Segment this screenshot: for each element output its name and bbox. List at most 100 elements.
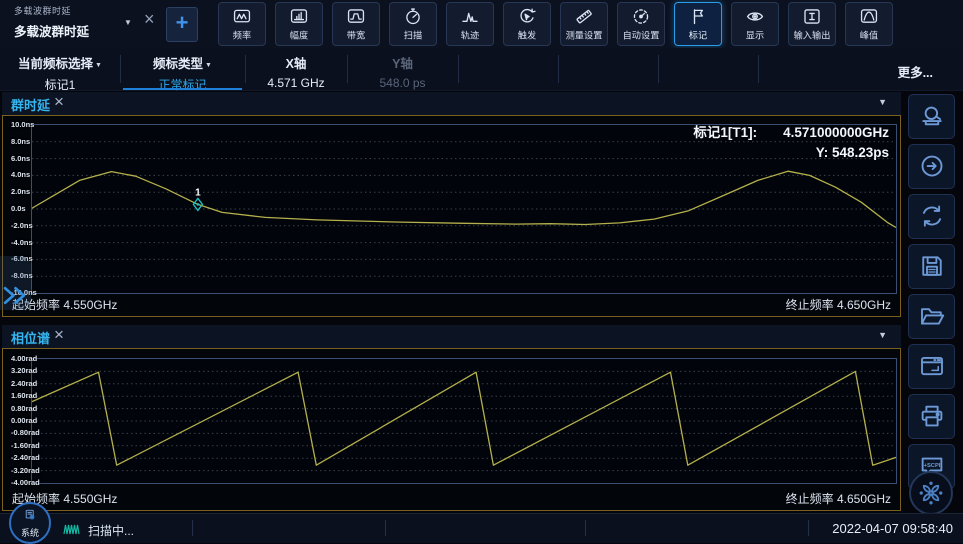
- settings-separator: [758, 55, 759, 83]
- tab-mode-label: 多载波群时延: [14, 4, 122, 17]
- y-axis-tick-label: -2.0ns: [11, 221, 33, 230]
- status-separator: [192, 520, 193, 536]
- panel-header: 相位谱 × ▼: [2, 325, 901, 348]
- slide-out-handle[interactable]: [0, 256, 31, 310]
- input-output-icon: [801, 6, 823, 27]
- measurement-tab[interactable]: 多载波群时延 多载波群时延: [14, 4, 122, 40]
- dropdown-icon: ▼: [95, 62, 102, 69]
- measure-setup-icon: [573, 6, 595, 27]
- setting-x-axis[interactable]: X轴 4.571 GHz: [245, 48, 347, 90]
- print-button[interactable]: [908, 394, 955, 439]
- y-axis-tick-label: -4.0ns: [11, 238, 33, 247]
- marker-readout-frequency: 4.571000000GHz: [783, 125, 889, 140]
- toolbar-button-label: 显示: [734, 28, 776, 42]
- dropdown-icon: ▼: [205, 62, 212, 69]
- toolbar-button-label: 测量设置: [563, 28, 605, 42]
- toolbar-button-bandwidth[interactable]: 带宽: [332, 2, 380, 46]
- open-button[interactable]: [908, 294, 955, 339]
- y-axis-tick-label: 0.80rad: [11, 404, 37, 413]
- phase-spectrum-panel: 相位谱 × ▼ 起始频率 4.550GHz 终止频率 4.650GHz 4.00…: [2, 325, 901, 511]
- tab-dropdown-icon[interactable]: ▼: [124, 18, 132, 27]
- setting-value: 4.571 GHz: [245, 76, 347, 90]
- setting-current-marker-select[interactable]: 当前频标选择▼ 标记1: [0, 48, 120, 90]
- collapse-icon[interactable]: ▼: [878, 330, 887, 340]
- continue-icon: [909, 151, 954, 181]
- y-axis-tick-label: 10.0ns: [11, 120, 34, 129]
- y-axis-tick-label: 4.0ns: [11, 170, 30, 179]
- tab-close-icon[interactable]: ×: [144, 9, 155, 30]
- preset-icon: [909, 101, 954, 131]
- preset-button[interactable]: [908, 94, 955, 139]
- panel-title: 相位谱: [11, 328, 50, 347]
- continue-button[interactable]: [908, 144, 955, 189]
- close-icon[interactable]: ×: [54, 325, 64, 345]
- setting-label: Y轴: [347, 53, 458, 72]
- toolbar-button-peak[interactable]: 峰值: [845, 2, 893, 46]
- toolbar-button-label: 峰值: [848, 28, 890, 42]
- toolbar-button-sweep[interactable]: 扫描: [389, 2, 437, 46]
- toolbar-button-measure-setup[interactable]: 测量设置: [560, 2, 608, 46]
- system-icon: [23, 509, 37, 526]
- top-toolbar: 多载波群时延 多载波群时延 ▼ × + 频率 幅度 带宽 扫描 轨迹 触发 测量…: [0, 0, 963, 49]
- y-axis-tick-label: -1.60rad: [11, 441, 40, 450]
- setting-label: X轴: [245, 53, 347, 72]
- toolbar-button-label: 自动设置: [620, 28, 662, 42]
- add-tab-button[interactable]: +: [166, 7, 198, 42]
- y-axis-tick-label: 2.0ns: [11, 187, 30, 196]
- frequency-icon: [231, 6, 253, 27]
- tab-title: 多载波群时延: [14, 21, 122, 40]
- toolbar-button-auto-setup[interactable]: 自动设置: [617, 2, 665, 46]
- settings-separator: [458, 55, 459, 83]
- marker-readout-label: 标记1[T1]:: [693, 125, 757, 140]
- collapse-icon[interactable]: ▼: [878, 97, 887, 107]
- toolbar-button-input-output[interactable]: 输入输出: [788, 2, 836, 46]
- status-separator: [585, 520, 586, 536]
- toolbar-button-amplitude[interactable]: 幅度: [275, 2, 323, 46]
- bandwidth-icon: [345, 6, 367, 27]
- system-button[interactable]: 系统: [9, 502, 51, 544]
- panel-header: 群时延 × ▼: [2, 92, 901, 115]
- toolbar-button-marker[interactable]: 标记: [674, 2, 722, 46]
- amplitude-icon: [288, 6, 310, 27]
- panel-title: 群时延: [11, 95, 50, 114]
- chart-body: 起始频率 4.550GHz 终止频率 4.650GHz 4.00rad3.20r…: [2, 348, 901, 511]
- y-axis-tick-label: 8.0ns: [11, 137, 30, 146]
- y-axis-tick-label: 3.20rad: [11, 366, 37, 375]
- toolbar-button-display[interactable]: 显示: [731, 2, 779, 46]
- save-icon: [909, 251, 954, 281]
- datetime-display: 2022-04-07 09:58:40: [832, 521, 953, 536]
- close-icon[interactable]: ×: [54, 92, 64, 112]
- y-axis-tick-label: 4.00rad: [11, 354, 37, 363]
- y-axis-tick-label: -4.00rad: [11, 478, 40, 487]
- settings-separator: [658, 55, 659, 83]
- toolbar-button-trigger[interactable]: 触发: [503, 2, 551, 46]
- more-button[interactable]: 更多...: [898, 62, 933, 81]
- settings-separator: [558, 55, 559, 83]
- system-button-label: 系统: [11, 526, 49, 539]
- group-delay-panel: 群时延 × ▼ 1 标记1[T1]:4.571000000GHz Y: 548.…: [2, 92, 901, 317]
- setting-label: 频标类型▼: [120, 53, 245, 72]
- setting-label: 当前频标选择▼: [0, 53, 120, 72]
- restart-icon: [909, 201, 954, 231]
- navigation-button[interactable]: [909, 471, 953, 515]
- setting-marker-type[interactable]: 频标类型▼ 正常标记: [120, 48, 245, 90]
- screenshot-button[interactable]: [908, 344, 955, 389]
- screenshot-icon: [909, 351, 954, 381]
- save-button[interactable]: [908, 244, 955, 289]
- phase-spectrum-plot[interactable]: [31, 358, 897, 484]
- setting-value: 标记1: [0, 76, 120, 93]
- double-chevron-icon: [2, 285, 29, 306]
- toolbar-button-frequency[interactable]: 频率: [218, 2, 266, 46]
- sweep-icon: [402, 6, 424, 27]
- toolbar-button-label: 标记: [677, 28, 719, 42]
- status-separator: [385, 520, 386, 536]
- marker-readout: 标记1[T1]:4.571000000GHz Y: 548.23ps: [693, 121, 889, 160]
- setting-y-axis: Y轴 548.0 ps: [347, 48, 458, 90]
- display-icon: [744, 6, 766, 27]
- toolbar-button-trace[interactable]: 轨迹: [446, 2, 494, 46]
- status-separator: [808, 520, 809, 536]
- toolbar-button-label: 扫描: [392, 28, 434, 42]
- auto-setup-icon: [630, 6, 652, 27]
- restart-button[interactable]: [908, 194, 955, 239]
- y-axis-tick-label: 0.0s: [11, 204, 26, 213]
